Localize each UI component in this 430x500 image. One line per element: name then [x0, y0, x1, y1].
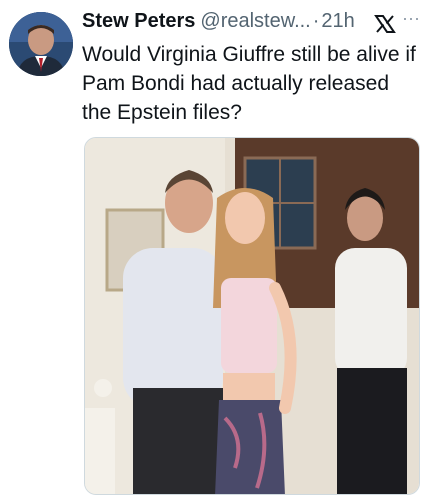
tweet-header: Stew Peters @realstew... · 21h [82, 10, 355, 36]
profile-avatar[interactable] [9, 12, 73, 76]
separator-dot: · [312, 10, 320, 32]
tweet-text: Would Virginia Giuffre still be alive if… [82, 43, 416, 124]
user-handle[interactable]: @realstew... [200, 10, 310, 33]
x-logo-icon [374, 14, 396, 34]
tweet-photo[interactable] [84, 137, 420, 495]
tweet-card: Stew Peters @realstew... · 21h ··· Would… [0, 0, 430, 500]
more-options-icon[interactable]: ··· [402, 8, 420, 29]
display-name[interactable]: Stew Peters [82, 10, 195, 33]
timestamp[interactable]: 21h [321, 10, 354, 33]
